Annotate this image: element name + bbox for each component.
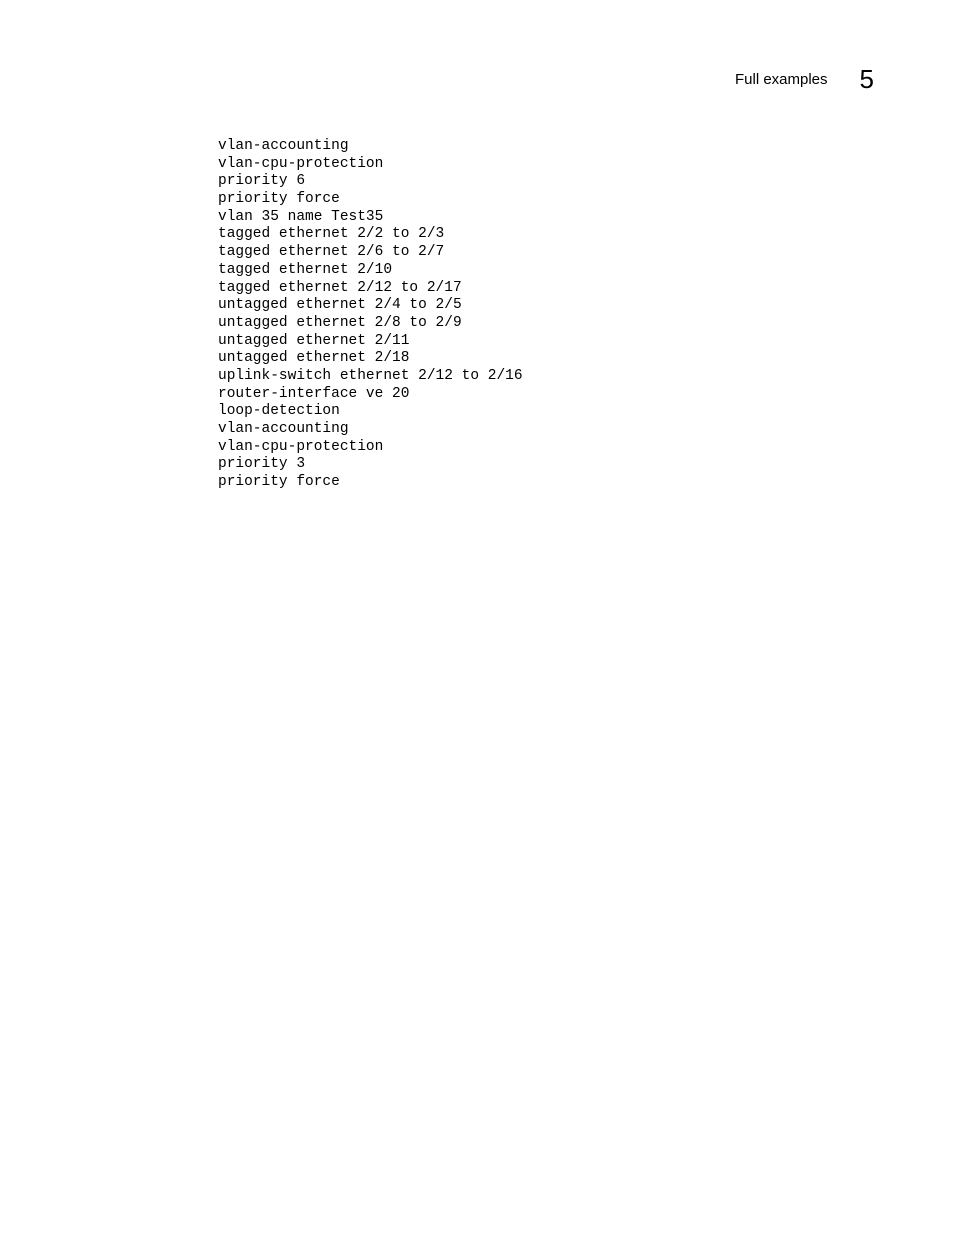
section-title: Full examples <box>735 71 828 88</box>
code-listing: vlan-accounting vlan-cpu-protection prio… <box>218 138 523 492</box>
page-header: Full examples 5 <box>735 64 874 95</box>
chapter-number: 5 <box>860 64 874 95</box>
